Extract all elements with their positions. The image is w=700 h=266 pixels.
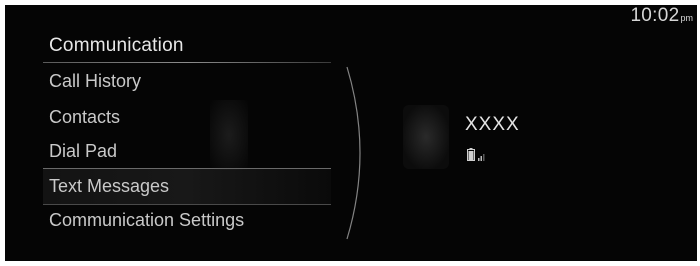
device-name: XXXX	[465, 114, 520, 135]
menu-item-call-history[interactable]: Call History	[49, 71, 141, 92]
menu-item-contacts[interactable]: Contacts	[49, 107, 120, 128]
device-image	[403, 105, 449, 169]
clock-ampm: pm	[680, 13, 693, 23]
menu-item-dial-pad[interactable]: Dial Pad	[49, 141, 117, 162]
menu-title: Communication	[49, 35, 184, 56]
connected-device-panel: XXXX	[393, 105, 553, 195]
menu-title-divider	[43, 62, 331, 63]
menu-item-communication-settings[interactable]: Communication Settings	[49, 210, 244, 231]
signal-strength-icon	[478, 154, 485, 161]
commander-arc-divider	[346, 66, 361, 240]
menu-focus-glow	[210, 100, 248, 170]
infotainment-screen: 10:02 pm Communication Call History Cont…	[5, 5, 697, 261]
menu-item-text-messages[interactable]: Text Messages	[49, 176, 169, 197]
status-bar: 10:02 pm	[630, 5, 693, 33]
clock-time: 10:02	[630, 5, 680, 26]
battery-icon	[467, 148, 475, 161]
device-status-icons	[467, 145, 485, 161]
